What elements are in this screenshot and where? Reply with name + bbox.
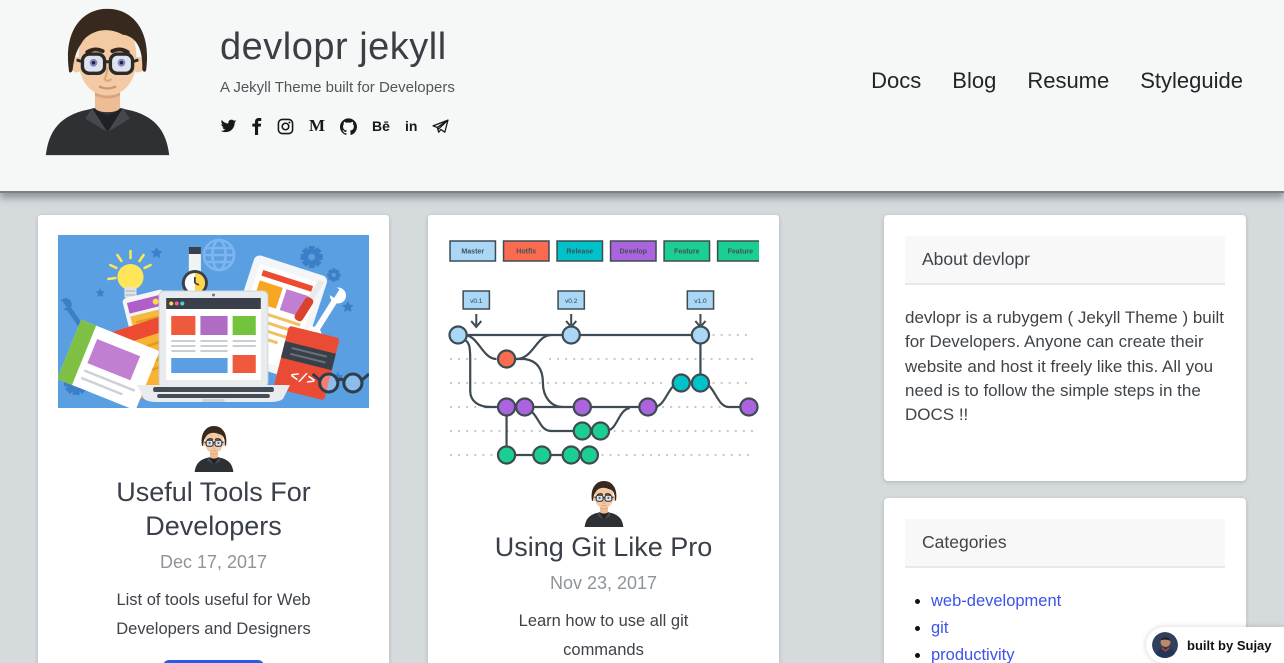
site-title[interactable]: devlopr jekyll xyxy=(220,26,455,69)
svg-text:Develop: Develop xyxy=(620,249,647,256)
nav-docs[interactable]: Docs xyxy=(871,68,921,94)
svg-text:v1.0: v1.0 xyxy=(694,298,707,305)
site-header: devlopr jekyll A Jekyll Theme built for … xyxy=(0,0,1284,193)
telegram-icon[interactable] xyxy=(432,117,449,135)
svg-text:Hotfix: Hotfix xyxy=(516,249,536,256)
devlopr-homepage: devlopr jekyll A Jekyll Theme built for … xyxy=(0,0,1284,663)
categories-title: Categories xyxy=(905,519,1225,568)
main-nav: Docs Blog Resume Styleguide xyxy=(871,68,1243,94)
svg-text:Master: Master xyxy=(461,249,484,256)
site-subtitle: A Jekyll Theme built for Developers xyxy=(220,79,455,96)
post-card-git-pro: Master Hotfix Release Develop Feature Fe… xyxy=(428,215,779,663)
instagram-icon[interactable] xyxy=(277,117,294,135)
twitter-icon[interactable] xyxy=(220,117,237,135)
about-body: devlopr is a rubygem ( Jekyll Theme ) bu… xyxy=(884,285,1246,427)
nav-resume[interactable]: Resume xyxy=(1027,68,1109,94)
built-by-badge[interactable]: built by Sujay xyxy=(1146,627,1284,663)
about-title: About devlopr xyxy=(905,236,1225,285)
post-title[interactable]: Using Git Like Pro xyxy=(448,531,759,565)
post-thumbnail-git-diagram[interactable]: Master Hotfix Release Develop Feature Fe… xyxy=(448,235,759,469)
post-description: Learn how to use all git commands xyxy=(478,607,730,663)
github-icon[interactable] xyxy=(340,117,357,135)
author-avatar xyxy=(191,426,237,472)
brand-block: devlopr jekyll A Jekyll Theme built for … xyxy=(220,26,455,135)
category-item: web-development xyxy=(931,592,1246,611)
behance-icon[interactable]: Bē xyxy=(372,117,390,135)
svg-text:Feature: Feature xyxy=(674,249,700,256)
site-avatar xyxy=(40,8,175,156)
post-title[interactable]: Useful Tools For Developers xyxy=(58,476,369,544)
medium-icon[interactable]: M xyxy=(309,117,325,135)
author-avatar xyxy=(581,481,627,527)
post-date: Nov 23, 2017 xyxy=(448,573,759,594)
facebook-icon[interactable] xyxy=(252,117,262,135)
social-links: M Bē in xyxy=(220,117,455,135)
category-link-git[interactable]: git xyxy=(931,619,948,637)
about-card: About devlopr devlopr is a rubygem ( Jek… xyxy=(884,215,1246,481)
builder-avatar xyxy=(1152,632,1178,658)
category-link-productivity[interactable]: productivity xyxy=(931,646,1014,663)
svg-text:Feature: Feature xyxy=(728,249,754,256)
post-card-useful-tools: </> xyxy=(38,215,389,663)
category-link-web-development[interactable]: web-development xyxy=(931,592,1061,610)
svg-text:v0.2: v0.2 xyxy=(565,298,578,305)
svg-text:Release: Release xyxy=(566,249,593,256)
svg-text:v0.1: v0.1 xyxy=(470,298,483,305)
nav-blog[interactable]: Blog xyxy=(952,68,996,94)
badge-label: built by Sujay xyxy=(1187,638,1272,653)
post-thumbnail-tools-illustration[interactable]: </> xyxy=(58,235,369,408)
post-date: Dec 17, 2017 xyxy=(58,552,369,573)
nav-styleguide[interactable]: Styleguide xyxy=(1140,68,1243,94)
post-description: List of tools useful for Web Developers … xyxy=(88,586,340,645)
linkedin-icon[interactable]: in xyxy=(405,117,417,135)
